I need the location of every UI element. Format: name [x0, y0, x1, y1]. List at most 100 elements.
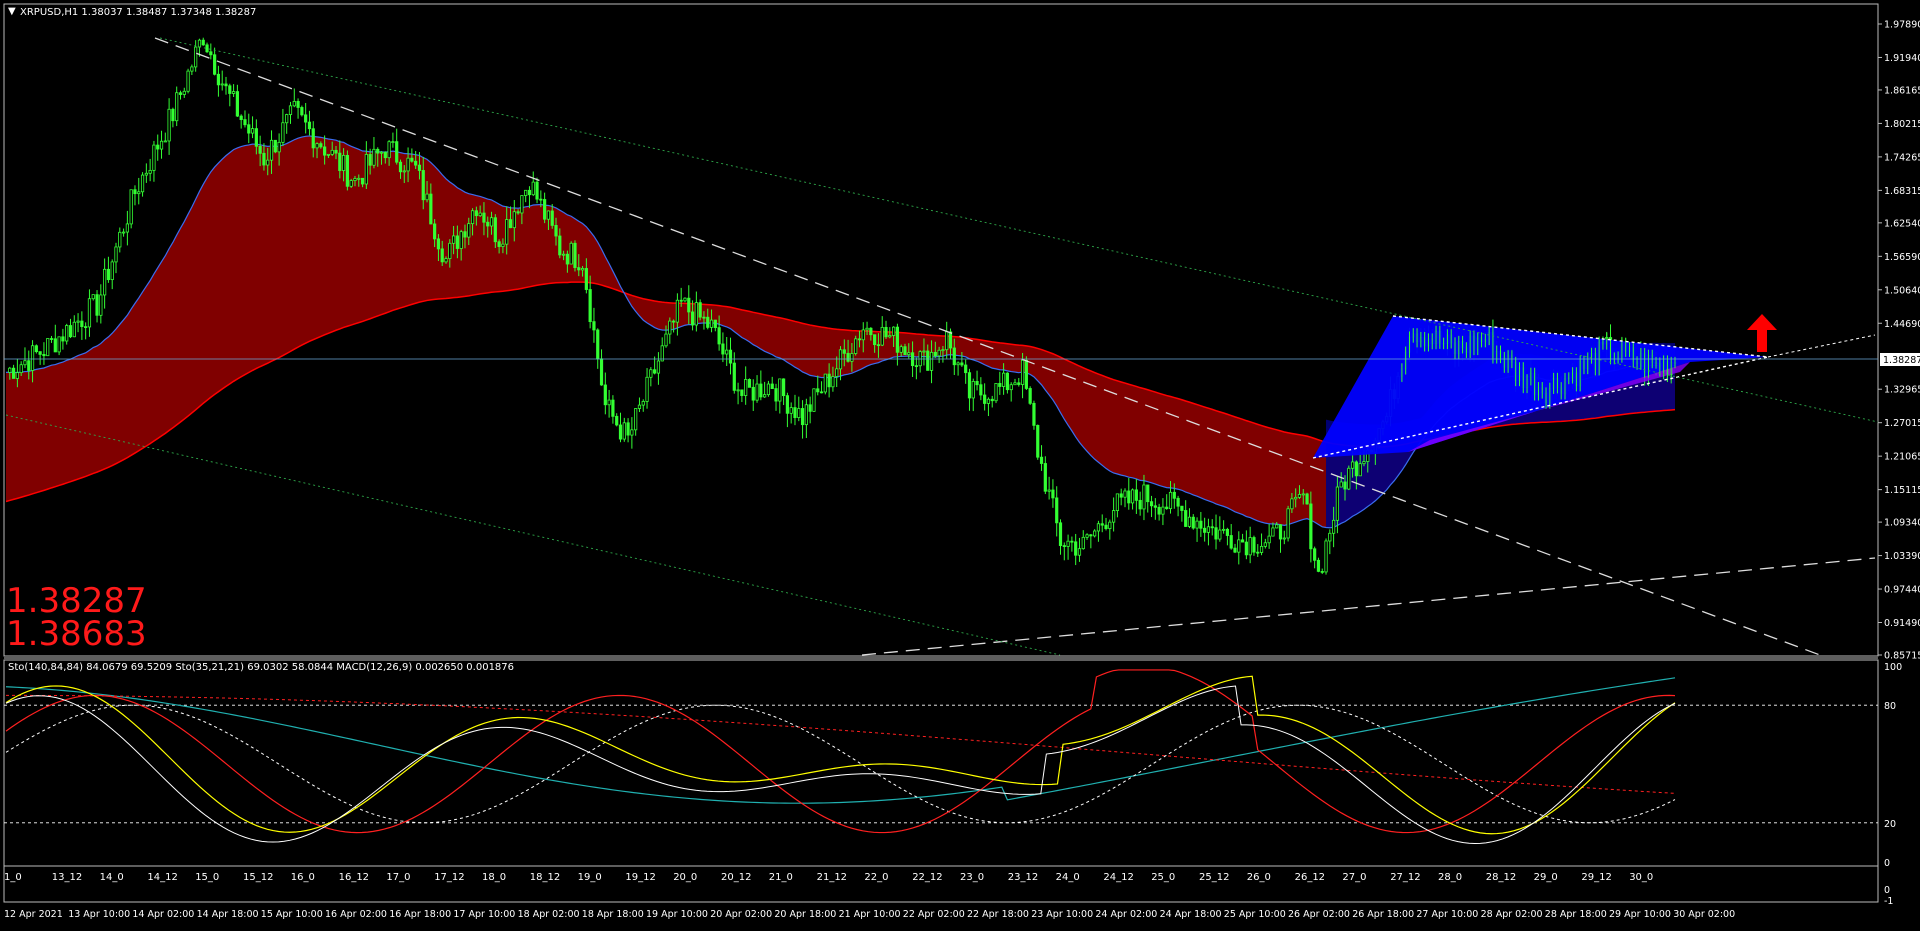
candle-body: [986, 398, 991, 404]
candle-body: [239, 115, 243, 121]
candle-body: [1256, 551, 1260, 554]
time-tick-bottom: 17 Apr 10:00: [453, 909, 515, 920]
candle-body: [580, 268, 585, 271]
candle-body: [1187, 516, 1192, 527]
candle-body: [1172, 491, 1176, 499]
time-tick-bottom: 14 Apr 18:00: [197, 909, 259, 920]
candle-body: [277, 141, 281, 153]
time-tick-bottom: 24 Apr 02:00: [1095, 909, 1157, 920]
candle-body: [926, 350, 930, 371]
channel-lower: [5, 414, 1061, 656]
white-line: [5, 685, 1676, 845]
candle-body: [99, 294, 103, 316]
candle-body: [269, 139, 274, 161]
price-tick-label: 1.27015: [1884, 418, 1920, 429]
candle-body: [907, 352, 911, 356]
candle-body: [1020, 359, 1025, 385]
candle-body: [994, 383, 998, 402]
price-tick-label: 1.97890: [1884, 20, 1920, 31]
candle-body: [106, 268, 111, 281]
candle-body: [1229, 535, 1233, 549]
big-price-2: 1.38683: [6, 614, 147, 654]
candle-body: [508, 219, 513, 229]
candle-body: [103, 268, 107, 296]
time-tick-top: 16_0: [291, 872, 315, 883]
time-tick-bottom: 24 Apr 18:00: [1160, 909, 1222, 920]
candle-body: [368, 154, 372, 166]
candle-body: [634, 408, 638, 431]
candle-body: [1199, 520, 1203, 529]
time-axis: 1_0 13_12 14_0 14_12 15_0 15_12 16_0 16_12 17_0 1…: [4, 872, 1735, 920]
time-tick-top: 17_12: [434, 872, 464, 883]
candle-body: [937, 349, 941, 357]
candle-body: [250, 128, 255, 134]
time-tick-bottom: 29 Apr 10:00: [1609, 909, 1671, 920]
candle-body: [489, 217, 494, 227]
time-tick-bottom: 16 Apr 02:00: [325, 909, 387, 920]
candle-body: [1089, 534, 1093, 537]
candle-body: [732, 362, 736, 391]
candle-body: [1347, 467, 1351, 490]
time-tick-bottom: 16 Apr 18:00: [389, 909, 451, 920]
candle-body: [1005, 372, 1010, 391]
candle-body: [15, 372, 19, 379]
candle-body: [1062, 545, 1066, 547]
price-tick-label: 1.44690: [1884, 319, 1920, 330]
candle-body: [778, 378, 782, 402]
candle-body: [1123, 490, 1127, 498]
candle-body: [929, 351, 934, 371]
candle-body: [156, 144, 160, 150]
candle-body: [584, 268, 588, 290]
time-tick-top: 21_12: [817, 872, 847, 883]
candle-body: [603, 384, 607, 406]
candle-body: [326, 153, 331, 156]
stochastic-macd-pane[interactable]: [4, 669, 1878, 845]
candle-body: [1184, 510, 1188, 527]
candle-body: [554, 225, 558, 237]
price-tick-label: 1.56590: [1884, 252, 1920, 263]
candle-body: [91, 294, 95, 300]
time-tick-top: 15_0: [195, 872, 219, 883]
candle-body: [414, 160, 418, 166]
candle-body: [819, 391, 824, 394]
candle-body: [436, 238, 441, 250]
candle-body: [975, 380, 979, 386]
time-tick-top: 20_0: [673, 872, 697, 883]
dropdown-triangle-icon[interactable]: ▼: [8, 6, 16, 17]
candle-body: [1313, 548, 1317, 561]
candle-body: [194, 46, 198, 68]
candle-body: [1222, 528, 1226, 531]
candle-body: [869, 327, 873, 336]
candle-body: [1070, 540, 1074, 543]
candle-body: [1024, 359, 1028, 389]
candle-body: [558, 235, 562, 256]
candle-body: [952, 347, 956, 366]
candle-body: [1165, 506, 1169, 510]
candle-body: [618, 424, 623, 440]
candle-body: [1343, 481, 1347, 490]
candle-body: [1297, 494, 1302, 498]
candle-body: [823, 373, 827, 393]
candle-body: [1332, 519, 1336, 534]
candle-body: [34, 345, 38, 353]
candle-body: [759, 383, 763, 398]
time-tick-top: 24_12: [1103, 872, 1133, 883]
candle-body: [535, 181, 539, 200]
candle-body: [1108, 521, 1112, 530]
candle-body: [1176, 497, 1180, 507]
candle-body: [470, 210, 475, 225]
candle-body: [205, 44, 209, 53]
price-chart[interactable]: [4, 37, 1879, 656]
candle-body: [1058, 522, 1063, 546]
candle-body: [512, 211, 516, 229]
candle-body: [42, 353, 46, 357]
candle-body: [129, 189, 133, 225]
candle-body: [1161, 506, 1165, 515]
candle-body: [713, 319, 717, 329]
candle-body: [546, 210, 551, 220]
candle-body: [653, 369, 657, 374]
price-tick-label: 1.50640: [1884, 285, 1920, 296]
candle-body: [440, 248, 444, 263]
trading-chart-window[interactable]: 1.97890 1.91940 1.86165 1.80215 1.74265 1.683…: [0, 0, 1920, 927]
candle-body: [296, 100, 300, 108]
